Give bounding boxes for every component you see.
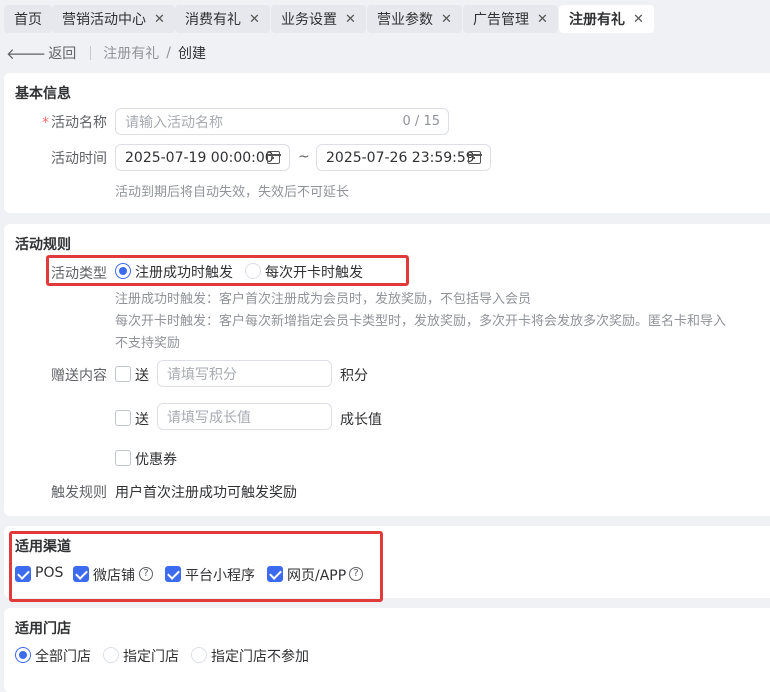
- close-icon[interactable]: ✕: [537, 12, 548, 27]
- type-hint: 注册成功时触发：客户首次注册成为会员时，发放奖励，不包括导入会员: [115, 292, 532, 307]
- breadcrumb: 🡐 返回 注册有礼 / 创建: [0, 40, 770, 66]
- tab-bar: 首页 营销活动中心 ✕ 消费有礼 ✕ 业务设置 ✕ 营业参数 ✕ 广告管理 ✕ 注册有礼 ✕: [0, 0, 770, 38]
- tab-business-params[interactable]: 营业参数 ✕: [367, 5, 462, 33]
- points-checkbox[interactable]: [115, 366, 131, 382]
- type-hint: 每次开卡时触发：客户每次新增指定会员卡类型时，发放奖励，多次开卡将会发放多次奖励…: [115, 314, 727, 329]
- type-hint: 不支持奖励: [115, 336, 181, 351]
- tab-label: 消费有礼: [185, 12, 241, 28]
- points-unit: 积分: [340, 368, 368, 384]
- radio-specified-stores[interactable]: [103, 647, 119, 663]
- tab-label: 营业参数: [377, 12, 433, 28]
- tab-label: 营销活动中心: [62, 12, 146, 28]
- close-icon[interactable]: ✕: [441, 12, 452, 27]
- coupon-checkbox[interactable]: [115, 450, 131, 466]
- calendar-icon: [467, 151, 482, 164]
- basic-info-card: 基本信息 * 活动名称 请输入活动名称 0 / 15 活动时间 2025-07-1…: [4, 73, 770, 213]
- back-label: 返回: [48, 46, 77, 62]
- close-icon[interactable]: ✕: [633, 12, 644, 27]
- start-date-input[interactable]: 2025-07-19 00:00:00: [115, 144, 290, 171]
- activity-name-input[interactable]: 请输入活动名称 0 / 15: [115, 108, 449, 135]
- stores-card: 适用门店 全部门店 指定门店 指定门店不参加: [4, 608, 770, 692]
- trigger-rule-text: 用户首次注册成功可触发奖励: [115, 485, 297, 501]
- tab-home[interactable]: 首页: [4, 5, 52, 33]
- radio-label[interactable]: 指定门店: [123, 646, 179, 666]
- calendar-icon: [266, 151, 281, 164]
- radio-exclude-stores[interactable]: [191, 647, 207, 663]
- breadcrumb-separator: /: [166, 45, 171, 61]
- section-title: 适用门店: [15, 621, 71, 637]
- divider: [90, 46, 92, 60]
- section-title: 活动规则: [15, 237, 71, 253]
- end-date-value: 2025-07-26 23:59:59: [326, 149, 475, 166]
- tab-label: 首页: [14, 12, 42, 28]
- highlight-box: [46, 255, 409, 286]
- tab-consume-gift[interactable]: 消费有礼 ✕: [175, 5, 270, 33]
- end-date-input[interactable]: 2025-07-26 23:59:59: [316, 144, 491, 171]
- send-label: 送: [135, 368, 149, 384]
- placeholder: 请输入活动名称: [125, 114, 223, 131]
- close-icon[interactable]: ✕: [345, 12, 356, 27]
- required-mark: *: [42, 115, 49, 131]
- growth-unit: 成长值: [340, 412, 382, 428]
- tab-ad-management[interactable]: 广告管理 ✕: [463, 5, 558, 33]
- close-icon[interactable]: ✕: [249, 12, 260, 27]
- tab-business-settings[interactable]: 业务设置 ✕: [271, 5, 366, 33]
- label-text: 活动名称: [51, 115, 107, 131]
- growth-checkbox[interactable]: [115, 410, 131, 426]
- section-title: 基本信息: [15, 86, 71, 102]
- breadcrumb-current: 创建: [177, 46, 206, 62]
- char-count: 0 / 15: [402, 114, 440, 129]
- activity-time-label: 活动时间: [51, 151, 107, 167]
- radio-label[interactable]: 指定门店不参加: [211, 646, 309, 666]
- time-hint: 活动到期后将自动失效，失效后不可延长: [115, 185, 350, 200]
- coupon-label[interactable]: 优惠券: [135, 449, 177, 469]
- arrow-left-icon: 🡐: [6, 44, 47, 63]
- start-date-value: 2025-07-19 00:00:00: [125, 149, 274, 166]
- gift-content-label: 赠送内容: [51, 368, 107, 384]
- back-button[interactable]: 🡐 返回: [6, 43, 76, 63]
- tab-register-gift[interactable]: 注册有礼 ✕: [559, 5, 654, 33]
- tab-label: 业务设置: [281, 12, 337, 28]
- growth-input[interactable]: 请填写成长值: [157, 403, 332, 430]
- trigger-rule-label: 触发规则: [51, 485, 107, 501]
- tab-marketing-center[interactable]: 营销活动中心 ✕: [52, 5, 175, 33]
- radio-all-stores[interactable]: [15, 647, 31, 663]
- breadcrumb-parent[interactable]: 注册有礼: [103, 43, 159, 63]
- range-separator: ~: [298, 149, 310, 165]
- radio-label[interactable]: 全部门店: [35, 646, 91, 666]
- placeholder: 请填写成长值: [167, 409, 251, 426]
- tab-label: 广告管理: [473, 12, 529, 28]
- highlight-box: [9, 531, 383, 602]
- close-icon[interactable]: ✕: [154, 12, 165, 27]
- points-input[interactable]: 请填写积分: [157, 360, 332, 387]
- activity-name-label: * 活动名称: [42, 112, 107, 132]
- send-label: 送: [135, 412, 149, 428]
- tab-label: 注册有礼: [569, 12, 625, 28]
- placeholder: 请填写积分: [167, 366, 237, 383]
